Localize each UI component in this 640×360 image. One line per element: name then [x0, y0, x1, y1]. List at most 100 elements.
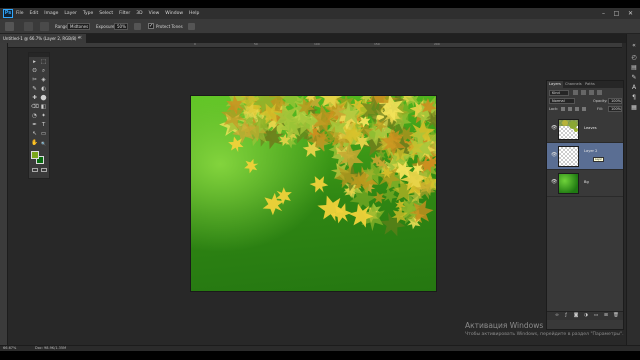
document-tab[interactable]: Untitled-1 @ 66.7% (Layer 2, RGB/8) * [0, 34, 86, 43]
kind-filter-select[interactable]: Kind [549, 90, 569, 96]
path-select-tool-icon[interactable]: ↖ [31, 131, 38, 138]
crop-tool-icon[interactable]: ✂ [31, 77, 38, 84]
hand-tool-icon[interactable]: ✋ [31, 140, 38, 147]
stamp-tool-icon[interactable]: ⬤ [40, 95, 47, 102]
brush-tool-icon[interactable]: ✎ [31, 86, 38, 93]
range-select[interactable]: Midtones [67, 23, 90, 30]
menu-edit[interactable]: Edit [30, 8, 39, 19]
blur-tool-icon[interactable]: ◔ [31, 113, 38, 120]
folder-icon[interactable]: ▭ [593, 313, 599, 319]
tool-preset-icon[interactable] [5, 22, 14, 31]
exposure-field[interactable]: 50% [114, 23, 128, 30]
lasso-tool-icon[interactable]: ʘ [31, 68, 38, 75]
foreground-color-swatch[interactable] [31, 151, 39, 159]
layer-name[interactable]: Layer 2 [584, 149, 597, 154]
menu-view[interactable]: View [149, 8, 160, 19]
menu-filter[interactable]: Filter [119, 8, 130, 19]
menu-list: File Edit Image Layer Type Select Filter… [16, 8, 199, 19]
lock-position-icon[interactable] [575, 107, 579, 111]
lock-pixels-icon[interactable] [561, 107, 565, 111]
close-button[interactable]: ✕ [627, 10, 634, 17]
tab-layers[interactable]: Layers [547, 81, 563, 88]
link-icon[interactable]: ∞ [554, 313, 560, 319]
menu-layer[interactable]: Layer [64, 8, 77, 19]
mask-icon[interactable]: ◙ [573, 313, 579, 319]
fx-icon[interactable]: ƒ [563, 313, 569, 319]
type-tool-icon[interactable]: T [40, 122, 47, 129]
document-info[interactable]: Doc: 98.9K/1.35M [35, 346, 66, 351]
history-brush-icon[interactable]: ✦ [40, 113, 47, 120]
visibility-eye-icon[interactable]: 👁 [551, 125, 557, 132]
eyedropper-tool-icon[interactable]: ◈ [40, 77, 47, 84]
menu-window[interactable]: Window [165, 8, 183, 19]
canvas-artwork [191, 96, 436, 291]
layer-thumbnail [558, 146, 579, 167]
maximize-button[interactable]: □ [613, 10, 620, 17]
new-layer-icon[interactable]: ⊞ [603, 313, 609, 319]
pen-tool-icon[interactable]: ✒ [31, 122, 38, 129]
layer-name-tooltip: Layer 2 [593, 157, 604, 162]
collapse-icon[interactable]: « [630, 42, 638, 49]
brush-preset-icon[interactable] [24, 22, 33, 31]
lock-icons [561, 107, 586, 111]
menu-3d[interactable]: 3D [136, 8, 142, 19]
shape-filter-icon[interactable] [597, 90, 602, 95]
pressure-icon[interactable] [188, 23, 195, 30]
gradient-tool-icon[interactable]: ◧ [40, 104, 47, 111]
ruler-label: 0 [194, 42, 196, 46]
properties-icon[interactable]: ▤ [630, 64, 638, 71]
paragraph-icon[interactable]: ¶ [630, 94, 638, 101]
lock-all-icon[interactable] [582, 107, 586, 111]
tools-panel-header[interactable] [29, 53, 49, 57]
photoshop-window: Ps File Edit Image Layer Type Select Fil… [0, 8, 640, 351]
quick-select-tool-icon[interactable]: ⌕ [40, 68, 47, 75]
leaves-thumbnail-art [559, 120, 578, 132]
eraser-tool-icon[interactable]: ⌫ [31, 104, 39, 111]
trash-icon[interactable]: 🗑 [613, 313, 619, 319]
healing-tool-icon[interactable]: ✚ [31, 95, 38, 102]
document-canvas[interactable] [191, 96, 436, 291]
menu-type[interactable]: Type [83, 8, 93, 19]
blend-mode-select[interactable]: Normal [549, 98, 575, 104]
menu-help[interactable]: Help [189, 8, 199, 19]
filter-icons [573, 90, 621, 96]
brush-panel-icon[interactable] [40, 22, 49, 31]
adjustment-icon[interactable]: ◑ [583, 313, 589, 319]
screen-mode-icon[interactable] [41, 168, 47, 172]
move-tool-icon[interactable]: ▸ [31, 59, 38, 66]
close-document-icon[interactable]: × [78, 34, 82, 43]
brush-settings-icon[interactable]: ✎ [630, 74, 638, 81]
quick-mask-icon[interactable] [32, 168, 38, 172]
layer-row-leaves[interactable]: 👁 Leaves [547, 116, 623, 143]
menu-image[interactable]: Image [44, 8, 58, 19]
airbrush-icon[interactable] [134, 23, 141, 30]
layer-name[interactable]: Bg [584, 180, 589, 185]
tab-channels[interactable]: Channels [563, 81, 584, 88]
visibility-eye-icon[interactable]: 👁 [551, 179, 557, 186]
protect-tones-checkbox[interactable]: ✓ [148, 23, 154, 29]
layer-row-layer-2[interactable]: 👁 Layer 2 Layer 2 [547, 143, 623, 170]
adjustment-filter-icon[interactable] [581, 90, 586, 95]
fill-field[interactable]: 100% [608, 106, 622, 112]
marquee-tool-icon[interactable]: ⬚ [40, 59, 47, 66]
menu-select[interactable]: Select [99, 8, 113, 19]
zoom-tool-icon[interactable]: 🔍 [40, 140, 47, 147]
menu-file[interactable]: File [16, 8, 24, 19]
visibility-eye-icon[interactable]: 👁 [551, 152, 557, 159]
lock-paint-icon[interactable] [568, 107, 572, 111]
dodge-tool-icon[interactable]: ◐ [40, 86, 47, 93]
shape-tool-icon[interactable]: ▭ [40, 131, 47, 138]
type-filter-icon[interactable] [589, 90, 594, 95]
zoom-level[interactable]: 66.67% [3, 346, 16, 351]
tab-paths[interactable]: Paths [583, 81, 597, 88]
history-icon[interactable]: ◴ [630, 54, 638, 61]
ruler-left [0, 43, 8, 345]
opacity-field[interactable]: 100% [608, 98, 622, 104]
layer-row-bg[interactable]: 👁 Bg [547, 170, 623, 197]
minimize-button[interactable]: – [600, 10, 607, 17]
ruler-label: 150 [374, 42, 380, 46]
pixel-filter-icon[interactable] [573, 90, 578, 95]
layer-name[interactable]: Leaves [584, 126, 597, 131]
swatches-icon[interactable]: ▦ [630, 104, 638, 111]
character-icon[interactable]: A [630, 84, 638, 91]
